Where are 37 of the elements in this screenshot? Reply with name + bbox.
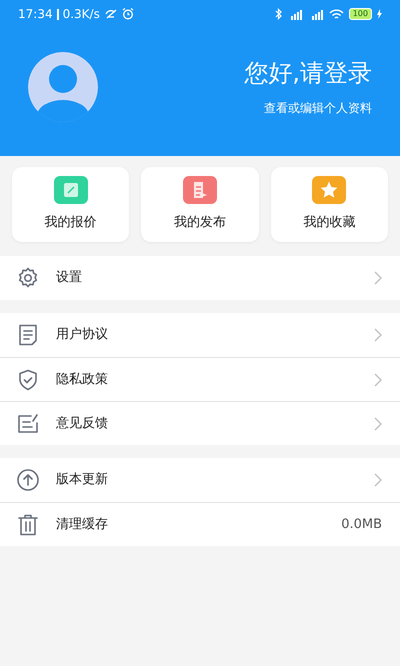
menu-label: 清理缓存 (56, 516, 109, 534)
trash-icon (16, 512, 40, 536)
charging-icon (377, 9, 382, 19)
chevron-icon (374, 416, 382, 430)
network-speed: 0.3K/s (62, 6, 100, 23)
note-edit-icon (16, 412, 40, 436)
settings-icon (16, 266, 40, 290)
alarm-icon (122, 8, 134, 20)
wifi-icon (328, 8, 344, 20)
upload-icon (16, 468, 40, 492)
status-time: 17:34 (18, 6, 53, 23)
chevron-icon (374, 473, 382, 487)
edit-icon (54, 176, 88, 204)
chevron-icon (374, 271, 382, 285)
menu-label: 隐私政策 (56, 370, 109, 389)
shortcut-card[interactable]: 我的报价 (12, 167, 130, 242)
menu-label: 版本更新 (56, 471, 109, 490)
chevron-icon (374, 328, 382, 342)
chevron-icon (374, 372, 382, 386)
menu-item[interactable]: 用户协议 (0, 313, 400, 357)
clipboard-icon (182, 176, 217, 204)
menu-item[interactable]: 隐私政策 (0, 357, 400, 401)
menu-item[interactable]: 版本更新 (0, 458, 400, 502)
bluetooth-icon (274, 8, 282, 20)
menu-label: 意见反馈 (56, 414, 109, 433)
menu-label: 设置 (56, 269, 83, 288)
menu-item[interactable]: 清理缓存 0.0MB (0, 502, 400, 546)
avatar-icon[interactable] (28, 52, 98, 122)
shortcut-card[interactable]: 我的发布 (141, 167, 259, 242)
document-icon (16, 323, 40, 347)
menu-item[interactable]: 设置 (0, 256, 400, 300)
battery-indicator: 100 (348, 8, 372, 20)
menu-item[interactable]: 意见反馈 (0, 401, 400, 445)
menu-label: 用户协议 (56, 326, 109, 344)
shield-icon (16, 368, 40, 392)
shortcut-card[interactable]: 我的收藏 (270, 167, 388, 242)
cache-size: 0.0MB (341, 516, 382, 534)
